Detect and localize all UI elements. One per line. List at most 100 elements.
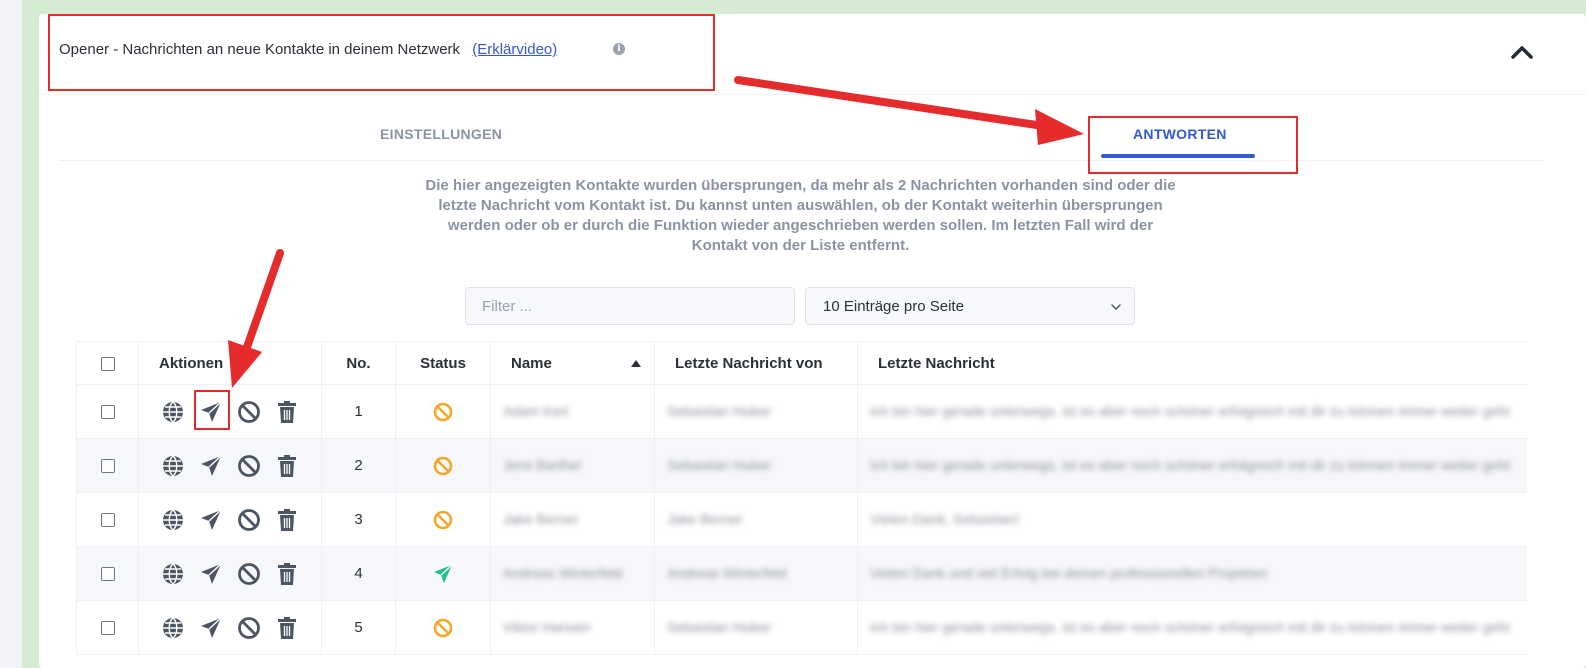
row-status <box>395 546 491 601</box>
chevron-down-icon <box>1110 300 1122 312</box>
row-last-message: Ich bin hier gerade unterwegs, ist es ab… <box>870 619 1510 635</box>
header-status[interactable]: Status <box>395 341 491 385</box>
page-size-select[interactable]: 10 Einträge pro Seite <box>805 287 1135 325</box>
ban-icon[interactable] <box>237 616 261 640</box>
row-checkbox[interactable] <box>100 567 115 582</box>
row-last-from: Sebastian Huber <box>667 403 772 419</box>
tab-bar: EINSTELLUNGEN ANTWORTEN <box>59 110 1543 161</box>
table-row[interactable]: 5 Viktor Hansen Sebastian Huber Ich bin hie… <box>76 600 1527 655</box>
row-actions-cell <box>138 546 322 601</box>
table-row[interactable]: 3 Jake Berner Jake Berner Vielen Dank, Seba… <box>76 492 1527 547</box>
row-select-cell <box>76 600 139 655</box>
opener-card: Opener - Nachrichten an neue Kontakte in… <box>39 14 1586 668</box>
header-no[interactable]: No. <box>321 341 396 385</box>
table-row[interactable]: 4 Andreas Winterfeld Andreas Winterfeld Vie… <box>76 546 1527 601</box>
annotation-box-title <box>48 14 715 91</box>
row-checkbox[interactable] <box>100 459 115 474</box>
row-name: Viktor Hansen <box>503 619 591 635</box>
row-name: Andreas Winterfeld <box>503 565 623 581</box>
row-select-cell <box>76 546 139 601</box>
row-actions-cell <box>138 438 322 493</box>
globe-icon[interactable] <box>161 562 185 586</box>
row-name: Adam Kerl <box>503 403 569 419</box>
row-last-from-cell: Sebastian Huber <box>654 384 858 439</box>
row-last-from-cell: Andreas Winterfeld <box>654 546 858 601</box>
row-last-from: Jake Berner <box>667 511 743 527</box>
select-all-cell <box>76 341 139 385</box>
annotation-box-antworten-tab <box>1088 116 1298 174</box>
row-number: 5 <box>321 600 396 655</box>
row-last-from-cell: Jake Berner <box>654 492 858 547</box>
row-checkbox[interactable] <box>100 405 115 420</box>
row-name: Jens Barthel <box>503 457 581 473</box>
tab-einstellungen[interactable]: EINSTELLUNGEN <box>380 126 502 142</box>
row-name-cell: Andreas Winterfeld <box>490 546 655 601</box>
row-last-message: Ich bin hier gerade unterwegs, ist es ab… <box>870 457 1510 473</box>
row-checkbox[interactable] <box>100 513 115 528</box>
ban-icon[interactable] <box>237 508 261 532</box>
globe-icon[interactable] <box>161 454 185 478</box>
header-name[interactable]: Name <box>490 341 655 385</box>
row-last-message: Ich bin hier gerade unterwegs, ist es ab… <box>870 403 1510 419</box>
row-last-from: Sebastian Huber <box>667 457 772 473</box>
row-number: 3 <box>321 492 396 547</box>
row-last-from: Sebastian Huber <box>667 619 772 635</box>
globe-icon[interactable] <box>161 508 185 532</box>
row-last-message-cell: Ich bin hier gerade unterwegs, ist es ab… <box>857 600 1527 655</box>
table-row[interactable]: 2 Jens Barthel Sebastian Huber Ich bin hier… <box>76 438 1527 493</box>
row-name-cell: Viktor Hansen <box>490 600 655 655</box>
trash-icon[interactable] <box>275 562 299 586</box>
row-name-cell: Jens Barthel <box>490 438 655 493</box>
row-last-message-cell: Ich bin hier gerade unterwegs, ist es ab… <box>857 438 1527 493</box>
ban-icon[interactable] <box>237 562 261 586</box>
row-name-cell: Jake Berner <box>490 492 655 547</box>
globe-icon[interactable] <box>161 400 185 424</box>
header-letzte-nachricht[interactable]: Letzte Nachricht <box>857 341 1527 385</box>
chevron-up-icon[interactable] <box>1509 40 1535 66</box>
ban-icon[interactable] <box>237 400 261 424</box>
row-name: Jake Berner <box>503 511 579 527</box>
row-select-cell <box>76 492 139 547</box>
sort-ascending-icon <box>631 360 641 367</box>
row-last-from-cell: Sebastian Huber <box>654 600 858 655</box>
row-last-from-cell: Sebastian Huber <box>654 438 858 493</box>
page-size-selected: 10 Einträge pro Seite <box>823 298 964 315</box>
row-actions-cell <box>138 384 322 439</box>
header-letzte-nachricht-von[interactable]: Letzte Nachricht von <box>654 341 858 385</box>
table-header-row: Aktionen No. Status Name Letzte Nachrich… <box>76 341 1527 385</box>
row-select-cell <box>76 384 139 439</box>
send-icon[interactable] <box>199 562 223 586</box>
table-row[interactable]: 1 Adam Kerl Sebastian Huber Ich bin hier ge… <box>76 384 1527 439</box>
row-last-message: Vielen Dank und viel Erfolg bei deinen p… <box>870 565 1268 581</box>
row-checkbox[interactable] <box>100 621 115 636</box>
row-last-message-cell: Vielen Dank, Sebastian! <box>857 492 1527 547</box>
header-name-label: Name <box>511 354 552 372</box>
ban-icon[interactable] <box>237 454 261 478</box>
row-number: 1 <box>321 384 396 439</box>
trash-icon[interactable] <box>275 454 299 478</box>
send-icon[interactable] <box>199 508 223 532</box>
row-status <box>395 492 491 547</box>
header-aktionen: Aktionen <box>138 341 322 385</box>
sent-status-icon <box>432 564 454 583</box>
row-name-cell: Adam Kerl <box>490 384 655 439</box>
skipped-status-icon <box>432 618 454 637</box>
filter-input[interactable] <box>465 287 795 325</box>
select-all-checkbox[interactable] <box>100 356 115 371</box>
trash-icon[interactable] <box>275 616 299 640</box>
row-status <box>395 600 491 655</box>
row-last-message-cell: Vielen Dank und viel Erfolg bei deinen p… <box>857 546 1527 601</box>
send-icon[interactable] <box>199 616 223 640</box>
row-status <box>395 384 491 439</box>
row-actions-cell <box>138 492 322 547</box>
send-icon[interactable] <box>199 454 223 478</box>
row-last-message: Vielen Dank, Sebastian! <box>870 511 1020 527</box>
row-status <box>395 438 491 493</box>
contacts-table: Aktionen No. Status Name Letzte Nachrich… <box>76 341 1527 655</box>
trash-icon[interactable] <box>275 508 299 532</box>
skipped-status-icon <box>432 510 454 529</box>
globe-icon[interactable] <box>161 616 185 640</box>
page-background: Opener - Nachrichten an neue Kontakte in… <box>22 0 1586 668</box>
contacts-table-container[interactable]: Aktionen No. Status Name Letzte Nachrich… <box>76 341 1527 668</box>
trash-icon[interactable] <box>275 400 299 424</box>
